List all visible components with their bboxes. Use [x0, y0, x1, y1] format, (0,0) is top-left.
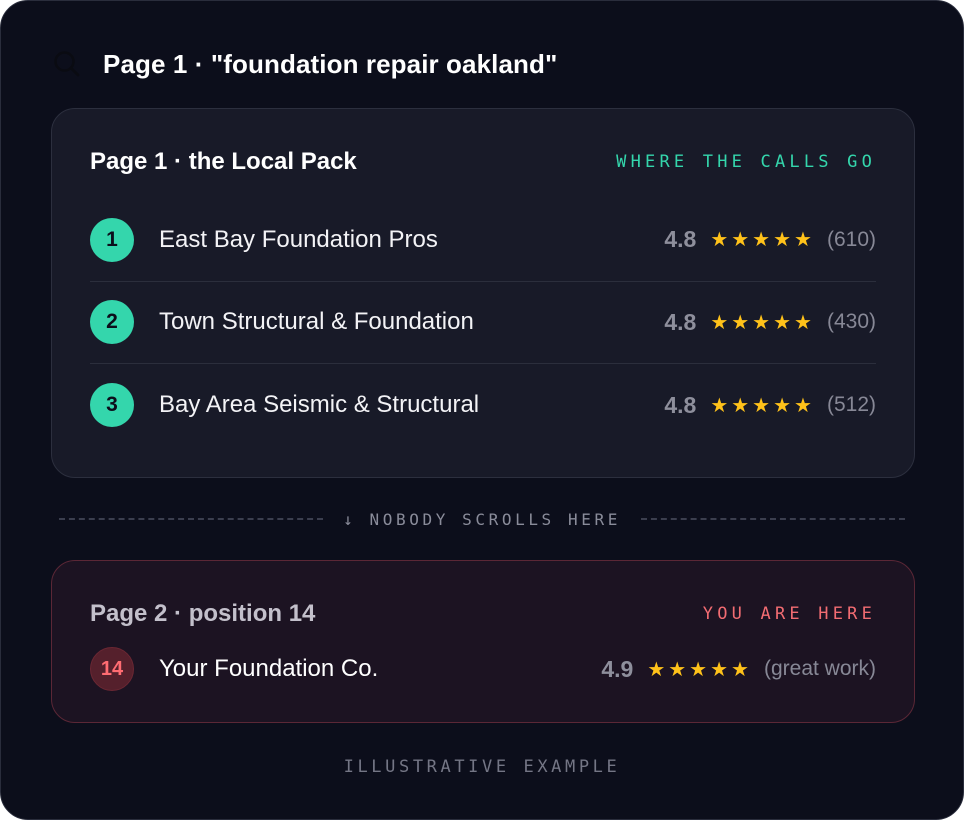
your-listing-card: Page 2 · position 14 YOU ARE HERE 14 You… — [51, 560, 915, 723]
rating-score: 4.8 — [664, 226, 697, 253]
your-listing-row[interactable]: 14 Your Foundation Co. 4.9 ★★★★★ (great … — [90, 647, 876, 691]
rank-badge: 14 — [90, 647, 134, 691]
rank-badge: 2 — [90, 300, 134, 345]
rating-score: 4.8 — [664, 308, 697, 335]
scroll-divider: ↓ NOBODY SCROLLS HERE — [59, 506, 906, 532]
review-count: (610) — [826, 227, 876, 251]
local-result-row[interactable]: 1 East Bay Foundation Pros 4.8 ★★★★★ (61… — [90, 199, 876, 282]
business-name: Your Foundation Co. — [159, 655, 379, 682]
star-rating-icon: ★★★★★ — [710, 311, 815, 334]
business-name: Town Structural & Foundation — [159, 308, 474, 336]
local-pack-title: Page 1 · the Local Pack — [90, 148, 357, 175]
your-listing-title: Page 2 · position 14 — [90, 600, 316, 627]
your-listing-tag: YOU ARE HERE — [702, 604, 876, 624]
business-name: East Bay Foundation Pros — [159, 225, 438, 253]
search-query-bar: Page 1 · "foundation repair oakland" — [53, 47, 557, 81]
dashed-line — [640, 518, 906, 520]
local-pack-card: Page 1 · the Local Pack WHERE THE CALLS … — [51, 108, 915, 478]
footer-note: ILLUSTRATIVE EXAMPLE — [343, 757, 621, 777]
rating-score: 4.8 — [664, 391, 697, 418]
your-listing-header: Page 2 · position 14 YOU ARE HERE — [90, 599, 876, 629]
rating-score: 4.9 — [601, 655, 634, 682]
search-query-text: Page 1 · "foundation repair oakland" — [103, 48, 558, 79]
rating: 4.8 ★★★★★ (610) — [664, 226, 876, 253]
rank-badge: 1 — [90, 217, 134, 262]
search-icon — [53, 50, 81, 78]
star-rating-icon: ★★★★★ — [710, 394, 815, 417]
local-result-row[interactable]: 2 Town Structural & Foundation 4.8 ★★★★★… — [90, 282, 876, 364]
star-rating-icon: ★★★★★ — [710, 229, 815, 252]
dashed-line — [59, 518, 324, 520]
local-result-row[interactable]: 3 Bay Area Seismic & Structural 4.8 ★★★★… — [90, 364, 876, 447]
review-count: (512) — [826, 393, 876, 417]
rank-badge: 3 — [90, 383, 134, 428]
example-frame: Page 1 · "foundation repair oakland" Pag… — [0, 0, 964, 820]
local-pack-tag: WHERE THE CALLS GO — [616, 152, 876, 172]
local-pack-header: Page 1 · the Local Pack WHERE THE CALLS … — [90, 147, 876, 177]
business-name: Bay Area Seismic & Structural — [159, 391, 480, 419]
review-note: (great work) — [763, 657, 876, 680]
rating: 4.9 ★★★★★ (great work) — [601, 656, 876, 683]
divider-label: ↓ NOBODY SCROLLS HERE — [343, 509, 621, 529]
review-count: (430) — [826, 310, 876, 334]
rating: 4.8 ★★★★★ (430) — [664, 309, 876, 336]
local-pack-results: 1 East Bay Foundation Pros 4.8 ★★★★★ (61… — [90, 199, 876, 447]
rating: 4.8 ★★★★★ (512) — [664, 392, 876, 419]
star-rating-icon: ★★★★★ — [647, 658, 752, 681]
